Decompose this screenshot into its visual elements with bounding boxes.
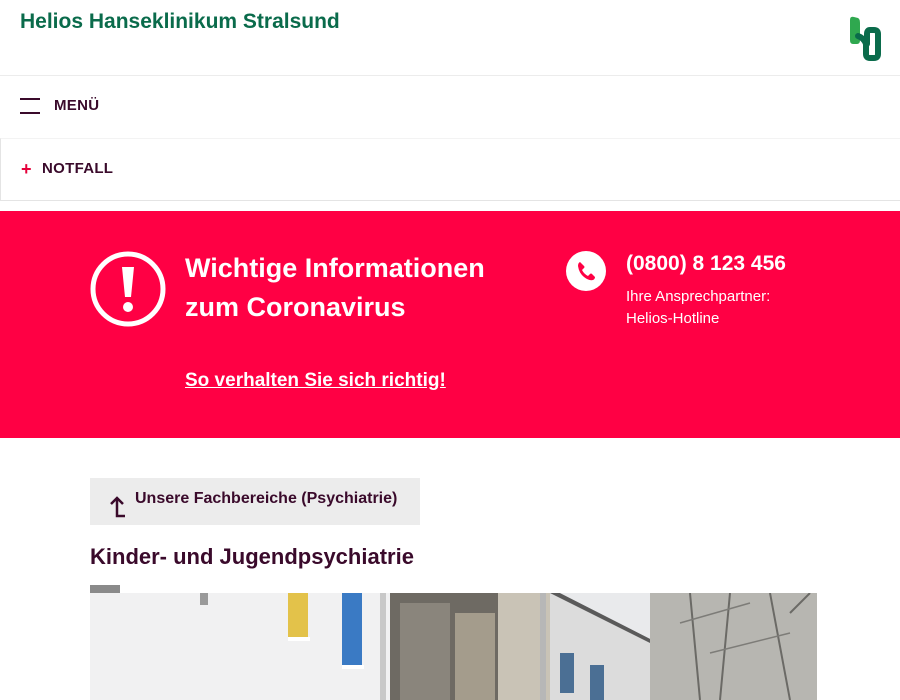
plus-icon: + bbox=[21, 159, 32, 179]
menu-row[interactable]: MENÜ bbox=[0, 77, 900, 137]
alert-title: Wichtige Informationen zum Coronavirus bbox=[185, 253, 485, 322]
image-tab-indicator bbox=[90, 585, 120, 593]
phone-desc-line1: Ihre Ansprechpartner: bbox=[626, 288, 771, 305]
phone-icon[interactable] bbox=[566, 251, 606, 291]
hamburger-icon[interactable] bbox=[20, 98, 40, 114]
notfall-button[interactable]: NOTFALL bbox=[42, 160, 113, 177]
back-label[interactable]: Unsere Fachbereiche (Psychiatrie) bbox=[135, 490, 397, 508]
phone-desc-line2: Helios-Hotline bbox=[626, 310, 720, 327]
helios-logo-icon[interactable] bbox=[846, 14, 882, 62]
back-to-fachbereiche-button[interactable]: Unsere Fachbereiche (Psychiatrie) bbox=[90, 478, 420, 525]
building-photo bbox=[90, 593, 817, 700]
site-header: Helios Hanseklinikum Stralsund bbox=[0, 0, 900, 76]
site-title[interactable]: Helios Hanseklinikum Stralsund bbox=[20, 10, 340, 34]
phone-description: Ihre Ansprechpartner: Helios-Hotline bbox=[626, 286, 770, 330]
exclamation-circle-icon bbox=[90, 251, 166, 327]
corona-alert-banner: Wichtige Informationen zum Coronavirus S… bbox=[0, 211, 900, 438]
arrow-up-left-icon bbox=[110, 496, 125, 518]
alert-link[interactable]: So verhalten Sie sich richtig! bbox=[185, 370, 446, 392]
phone-number[interactable]: (0800) 8 123 456 bbox=[626, 252, 786, 276]
notfall-row[interactable]: + NOTFALL bbox=[0, 138, 900, 201]
page-title: Kinder- und Jugendpsychiatrie bbox=[90, 544, 414, 569]
menu-button[interactable]: MENÜ bbox=[54, 97, 99, 114]
